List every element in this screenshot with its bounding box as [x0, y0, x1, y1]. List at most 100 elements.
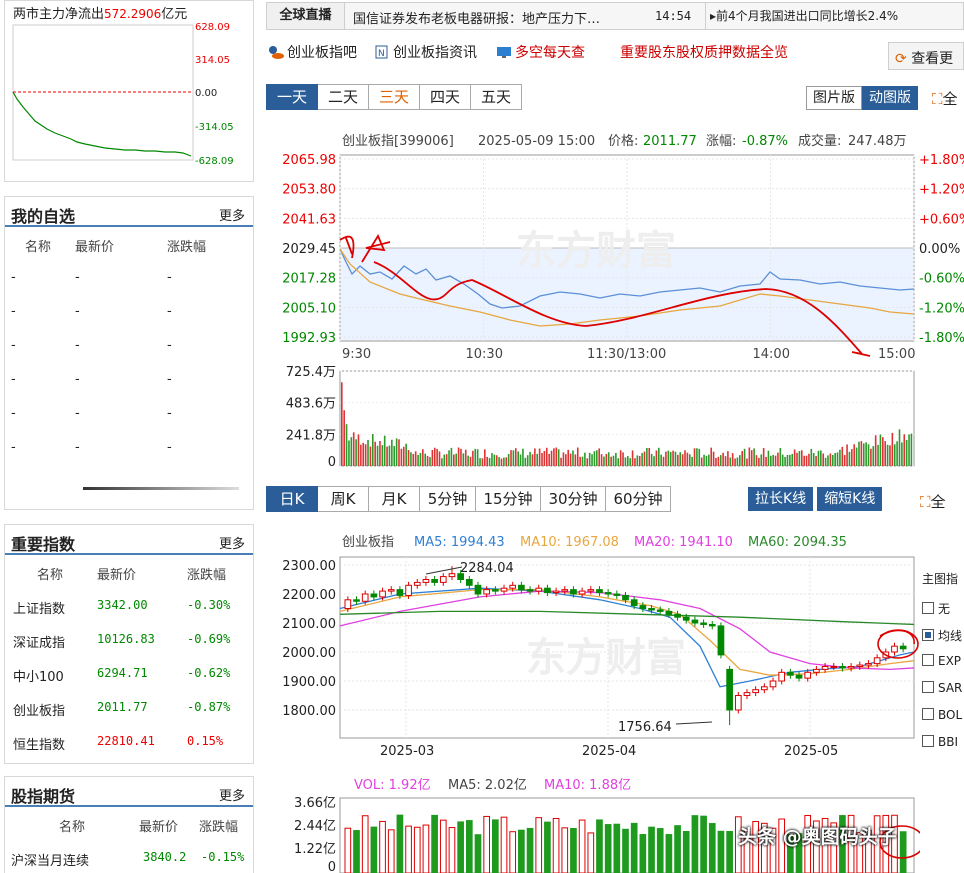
volume-bar: [729, 457, 732, 466]
cell: -: [11, 304, 16, 319]
volume-bar: [436, 448, 438, 466]
volume-bar: [581, 456, 584, 466]
intraday-chart[interactable]: 创业板指[399006] 2025-05-09 15:00 价格: 2011.7…: [266, 124, 964, 470]
volume-bar: [536, 453, 539, 466]
table-row[interactable]: 恒生指数 22810.41 0.15%: [5, 725, 253, 759]
index-name[interactable]: 深证成指: [13, 632, 65, 651]
indicator-none[interactable]: 无: [922, 600, 950, 617]
link-news[interactable]: N 创业板指资讯: [374, 42, 477, 62]
volume-bar: [853, 444, 856, 466]
lengthen-kline-button[interactable]: 拉长K线: [748, 487, 814, 511]
monitor-icon: [496, 45, 512, 59]
image-version-button[interactable]: 图片版: [806, 86, 862, 110]
link-forum[interactable]: 创业板指吧: [268, 42, 357, 62]
index-name[interactable]: 上证指数: [13, 598, 65, 617]
futures-name[interactable]: 沪深当月连续: [11, 850, 89, 869]
y-axis-label-right: -0.60%: [919, 272, 964, 287]
tab-60min[interactable]: 60分钟: [606, 486, 671, 512]
volume-y-label: 0: [328, 860, 336, 873]
news-headline[interactable]: 国信证券发布老板电器研报：地产压力下…: [353, 8, 643, 27]
capital-flow-widget[interactable]: 两市主力净流出572.2906亿元 628.09 314.05 0.00 -31…: [4, 0, 254, 182]
news-next-headline[interactable]: ▸前4个月我国进出口同比增长2.4%: [705, 3, 898, 29]
kline-fullscreen[interactable]: ⛶全: [920, 491, 946, 512]
table-row[interactable]: ---: [5, 431, 253, 465]
watermark: 东方财富: [526, 635, 686, 681]
tab-weekly[interactable]: 周K: [318, 486, 369, 512]
checkbox[interactable]: [922, 629, 934, 641]
table-row[interactable]: 创业板指 2011.77 -0.87%: [5, 691, 253, 725]
table-row[interactable]: ---: [5, 397, 253, 431]
indicator-label: BBI: [938, 735, 959, 749]
volume-bar: [476, 449, 479, 466]
tab-daily[interactable]: 日K: [266, 486, 318, 512]
link-pledge[interactable]: 重要股东股权质押数据全览: [620, 42, 788, 62]
table-row[interactable]: ---: [5, 329, 253, 363]
news-label[interactable]: 全球直播: [267, 3, 345, 29]
volume-bar: [569, 453, 572, 466]
candle-body: [778, 671, 786, 682]
kline-zoom-buttons: 拉长K线 缩短K线: [748, 487, 883, 511]
candle-body: [405, 584, 412, 596]
y-axis-label: 2200.00: [282, 588, 336, 603]
watchlist-more-link[interactable]: 更多: [219, 205, 245, 224]
indicator-boll[interactable]: BOL: [922, 708, 962, 722]
cell: -: [11, 338, 16, 353]
news-time: 14:54: [655, 9, 692, 23]
volume-bar: [464, 449, 467, 466]
tab-three-days[interactable]: 三天: [369, 84, 420, 110]
indices-more-link[interactable]: 更多: [219, 533, 245, 552]
animated-version-button[interactable]: 动图版: [862, 86, 918, 110]
volume-bar: [646, 447, 648, 466]
index-name[interactable]: 中小100: [13, 666, 64, 685]
checkbox[interactable]: [922, 681, 934, 693]
indicator-sar[interactable]: SAR: [922, 681, 962, 695]
intraday-fullscreen[interactable]: ⛶全: [932, 88, 958, 109]
tab-four-days[interactable]: 四天: [420, 84, 471, 110]
volume-bar: [400, 448, 403, 466]
volume-bar: [450, 447, 453, 466]
table-row[interactable]: ---: [5, 261, 253, 295]
table-row[interactable]: ---: [5, 295, 253, 329]
volume-bar: [848, 451, 851, 466]
table-row[interactable]: 中小100 6294.71 -0.62%: [5, 657, 253, 691]
index-price: 3342.00: [97, 598, 148, 612]
volume-bar: [448, 450, 450, 466]
tab-five-days[interactable]: 五天: [471, 84, 522, 110]
tab-monthly[interactable]: 月K: [369, 486, 420, 512]
indicator-ma[interactable]: 均线: [922, 627, 962, 644]
tab-5min[interactable]: 5分钟: [420, 486, 476, 512]
tab-two-days[interactable]: 二天: [318, 84, 369, 110]
candle-body: [674, 613, 681, 618]
view-more-button[interactable]: ⟳ 查看更: [888, 42, 964, 70]
tab-30min[interactable]: 30分钟: [541, 486, 606, 512]
high-value: 2284.04: [460, 561, 514, 576]
candle-body: [795, 674, 803, 679]
index-name[interactable]: 创业板指: [13, 700, 65, 719]
candle-body: [422, 579, 430, 583]
shorten-kline-button[interactable]: 缩短K线: [817, 487, 883, 511]
scroll-indicator[interactable]: [83, 487, 239, 490]
index-name[interactable]: 恒生指数: [13, 734, 65, 753]
link-longshort[interactable]: 多空每天查: [496, 42, 585, 62]
volume-bar: [836, 452, 839, 466]
volume-bar: [426, 455, 429, 466]
table-row[interactable]: 沪深当月连续 3840.2 -0.15%: [5, 841, 253, 873]
volume-bar: [488, 457, 491, 466]
kline-chart[interactable]: 创业板指 MA5: 1994.43 MA10: 1967.08 MA20: 19…: [266, 526, 920, 873]
cell: -: [75, 304, 80, 319]
checkbox[interactable]: [922, 654, 934, 666]
checkbox[interactable]: [922, 735, 934, 747]
news-icon: N: [374, 45, 390, 59]
indicator-bbi[interactable]: BBI: [922, 735, 958, 749]
table-row[interactable]: 上证指数 3342.00 -0.30%: [5, 589, 253, 623]
table-row[interactable]: 深证成指 10126.83 -0.69%: [5, 623, 253, 657]
candle-body: [700, 622, 707, 625]
checkbox[interactable]: [922, 602, 934, 614]
table-row[interactable]: ---: [5, 363, 253, 397]
tab-one-day[interactable]: 一天: [266, 84, 318, 110]
futures-more-link[interactable]: 更多: [219, 785, 245, 804]
tab-15min[interactable]: 15分钟: [476, 486, 541, 512]
indicator-exp[interactable]: EXP: [922, 654, 961, 668]
y-axis-label-right: 0.00%: [919, 242, 960, 257]
checkbox[interactable]: [922, 708, 934, 720]
